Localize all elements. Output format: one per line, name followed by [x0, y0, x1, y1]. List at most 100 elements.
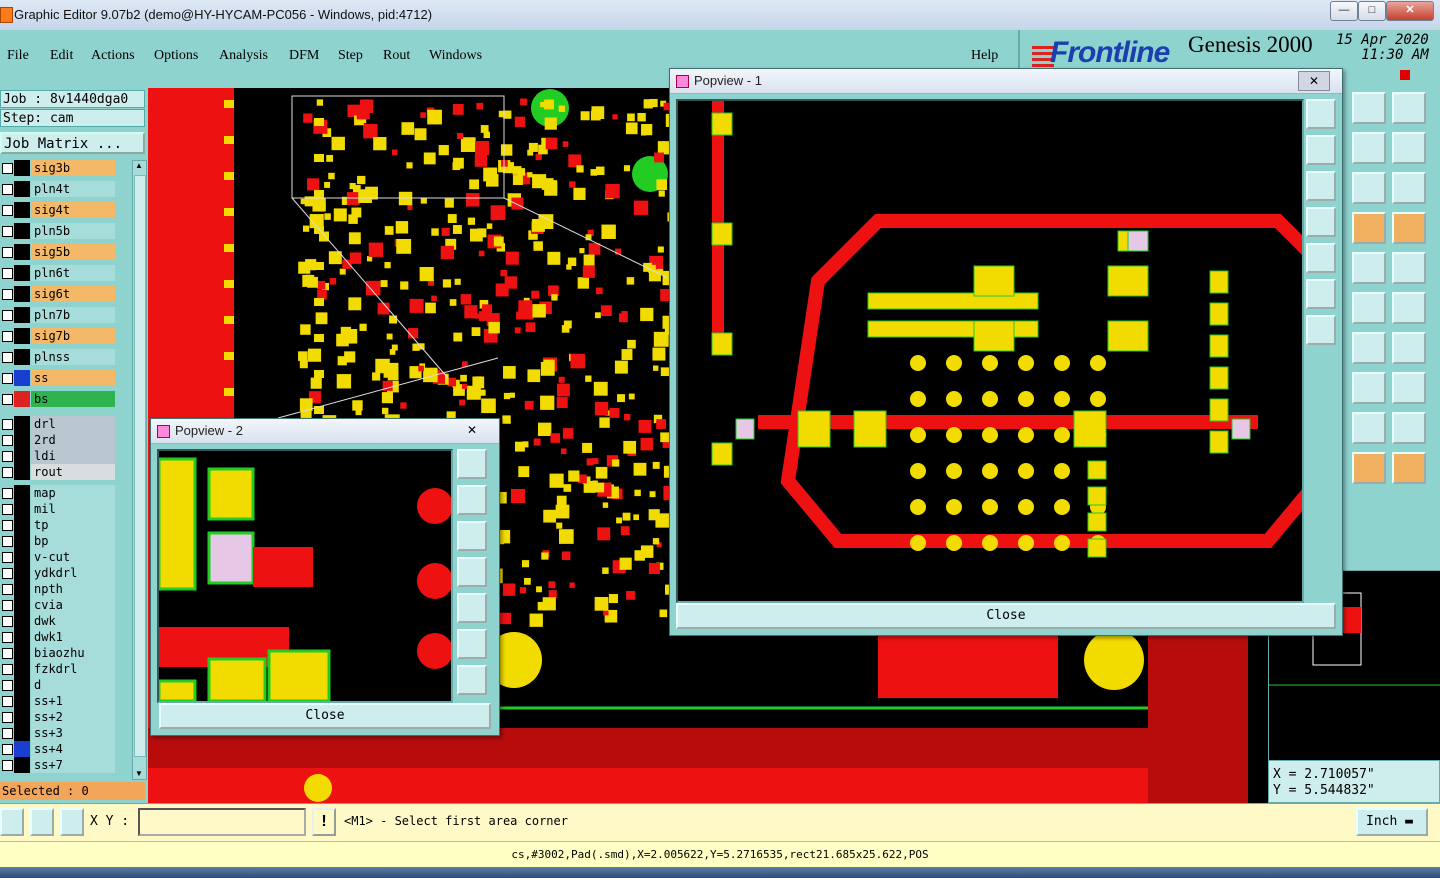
- layer-row-plnss[interactable]: plnss: [0, 349, 118, 365]
- layer-color-swatch[interactable]: [14, 501, 30, 517]
- layer-checkbox[interactable]: [2, 268, 13, 279]
- popview-1-titlebar[interactable]: Popview - 1: [670, 69, 1342, 94]
- layer-checkbox[interactable]: [2, 584, 13, 595]
- layer-checkbox[interactable]: [2, 289, 13, 300]
- menu-edit[interactable]: Edit: [50, 48, 73, 64]
- layer-checkbox[interactable]: [2, 552, 13, 563]
- layer-row-ss[interactable]: ss: [0, 370, 118, 386]
- layer-checkbox[interactable]: [2, 536, 13, 547]
- popview-2-close-button[interactable]: Close: [159, 703, 491, 729]
- layer-color-swatch[interactable]: [14, 448, 30, 464]
- line-a-icon[interactable]: [1352, 292, 1386, 324]
- layer-color-swatch[interactable]: [14, 416, 30, 432]
- pan-up-icon[interactable]: [1306, 135, 1336, 165]
- resize-icon[interactable]: [1352, 372, 1386, 404]
- layer-row-ss+7[interactable]: ss+7: [0, 757, 118, 773]
- select-icon[interactable]: [1352, 452, 1386, 484]
- measure-tool-icon[interactable]: [30, 808, 54, 836]
- help-icon[interactable]: [1392, 172, 1426, 204]
- layer-row-ss+2[interactable]: ss+2: [0, 709, 118, 725]
- layer-color-swatch[interactable]: [14, 307, 30, 323]
- layer-row-dwk1[interactable]: dwk1: [0, 629, 118, 645]
- popview-2-x-button[interactable]: ✕: [457, 421, 487, 439]
- layer-row-pln4t[interactable]: pln4t: [0, 181, 118, 197]
- menu-options[interactable]: Options: [154, 48, 198, 64]
- menu-step[interactable]: Step: [338, 48, 363, 64]
- layer-row-bs[interactable]: bs: [0, 391, 118, 407]
- layer-color-swatch[interactable]: [14, 629, 30, 645]
- popview-2-window[interactable]: Popview - 2 ✕ Close: [150, 418, 500, 736]
- zoom-fit-icon[interactable]: [1306, 99, 1336, 129]
- text-a-icon[interactable]: [1352, 412, 1386, 444]
- layer-color-swatch[interactable]: [14, 725, 30, 741]
- minimize-button[interactable]: —: [1330, 1, 1358, 21]
- text-b-icon[interactable]: [1392, 412, 1426, 444]
- zoom-out-icon[interactable]: [1306, 315, 1336, 345]
- layer-color-swatch[interactable]: [14, 741, 30, 757]
- menu-file[interactable]: File: [7, 48, 29, 64]
- undo-icon[interactable]: [1352, 332, 1386, 364]
- layer-row-ydkdrl[interactable]: ydkdrl: [0, 565, 118, 581]
- stop-icon[interactable]: [1400, 70, 1410, 80]
- popview-1-window[interactable]: Popview - 1 ✕ Close: [669, 68, 1343, 636]
- layer-color-swatch[interactable]: [14, 286, 30, 302]
- scroll-down-icon[interactable]: ▼: [134, 769, 144, 779]
- layer-row-sig5b[interactable]: sig5b: [0, 244, 118, 260]
- flip-icon[interactable]: [1392, 332, 1426, 364]
- ruler-icon[interactable]: [1352, 252, 1386, 284]
- layer-row-v-cut[interactable]: v-cut: [0, 549, 118, 565]
- snap-tool-icon[interactable]: [0, 808, 24, 836]
- layer-color-swatch[interactable]: [14, 517, 30, 533]
- copy-icon[interactable]: [1392, 372, 1426, 404]
- layer-row-2rd[interactable]: 2rd: [0, 432, 118, 448]
- grid-tool-icon[interactable]: [60, 808, 84, 836]
- layer-checkbox[interactable]: [2, 504, 13, 515]
- layer-row-dwk[interactable]: dwk: [0, 613, 118, 629]
- layer-color-swatch[interactable]: [14, 581, 30, 597]
- layer-checkbox[interactable]: [2, 488, 13, 499]
- layer-checkbox[interactable]: [2, 184, 13, 195]
- layer-row-pln6t[interactable]: pln6t: [0, 265, 118, 281]
- layer-row-ss+3[interactable]: ss+3: [0, 725, 118, 741]
- pan-down-icon[interactable]: [457, 521, 487, 551]
- layer-checkbox[interactable]: [2, 744, 13, 755]
- layer-row-sig4t[interactable]: sig4t: [0, 202, 118, 218]
- zoom-fit-icon[interactable]: [457, 449, 487, 479]
- layer-checkbox[interactable]: [2, 648, 13, 659]
- layer-row-map[interactable]: map: [0, 485, 118, 501]
- menu-dfm[interactable]: DFM: [289, 48, 319, 64]
- layer-color-swatch[interactable]: [14, 160, 30, 176]
- layer-checkbox[interactable]: [2, 352, 13, 363]
- layer-color-swatch[interactable]: [14, 432, 30, 448]
- zoom-in-icon[interactable]: [457, 629, 487, 659]
- layer-color-swatch[interactable]: [14, 597, 30, 613]
- menu-actions[interactable]: Actions: [91, 48, 135, 64]
- layer-checkbox[interactable]: [2, 163, 13, 174]
- layer-color-swatch[interactable]: [14, 349, 30, 365]
- layer-checkbox[interactable]: [2, 467, 13, 478]
- popview-2-view[interactable]: [157, 449, 453, 703]
- layer-row-mil[interactable]: mil: [0, 501, 118, 517]
- layer-color-swatch[interactable]: [14, 693, 30, 709]
- layer-row-tp[interactable]: tp: [0, 517, 118, 533]
- menu-analysis[interactable]: Analysis: [219, 48, 268, 64]
- zoom-out-icon[interactable]: [457, 665, 487, 695]
- layer-checkbox[interactable]: [2, 728, 13, 739]
- layer-checkbox[interactable]: [2, 664, 13, 675]
- pan-right-icon[interactable]: [457, 593, 487, 623]
- layer-checkbox[interactable]: [2, 247, 13, 258]
- pad-shape-icon[interactable]: [1392, 252, 1426, 284]
- layer-color-swatch[interactable]: [14, 565, 30, 581]
- pan-right-icon[interactable]: [1306, 243, 1336, 273]
- layer-color-swatch[interactable]: [14, 757, 30, 773]
- layer-checkbox[interactable]: [2, 205, 13, 216]
- layer-checkbox[interactable]: [2, 632, 13, 643]
- layer-row-pln7b[interactable]: pln7b: [0, 307, 118, 323]
- menu-windows[interactable]: Windows: [429, 48, 482, 64]
- scale-1-2-icon[interactable]: [1352, 172, 1386, 204]
- move-select-icon[interactable]: [1392, 452, 1426, 484]
- popview-1-close-button[interactable]: Close: [676, 603, 1336, 629]
- layer-row-rout[interactable]: rout: [0, 464, 118, 480]
- pan-left-icon[interactable]: [457, 557, 487, 587]
- layer-color-swatch[interactable]: [14, 328, 30, 344]
